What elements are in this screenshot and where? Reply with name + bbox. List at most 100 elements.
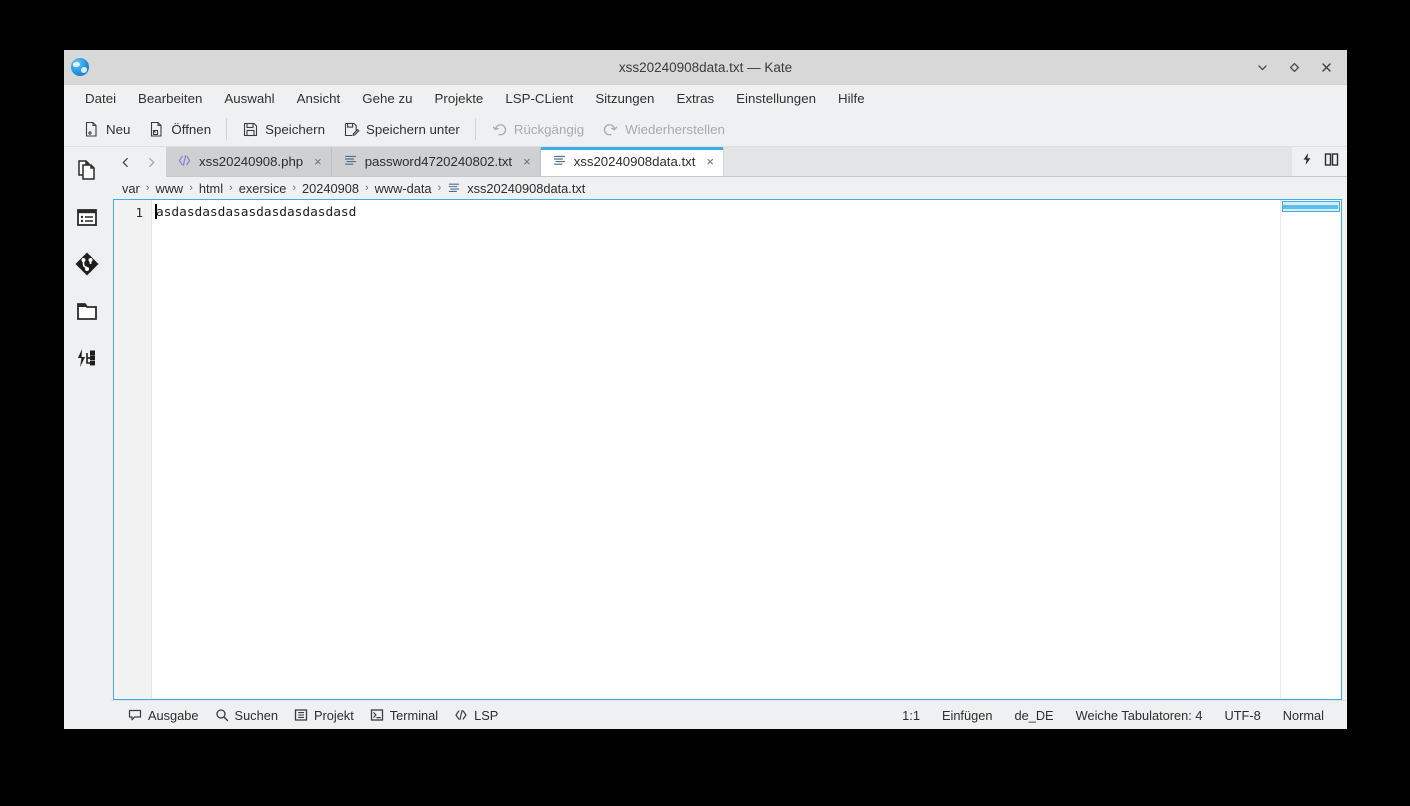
code-icon bbox=[454, 708, 468, 722]
tab-xss20240908data-txt[interactable]: xss20240908data.txt × bbox=[541, 147, 724, 176]
breadcrumb-segment-var[interactable]: var bbox=[121, 181, 141, 196]
save-button[interactable]: Speichern bbox=[233, 117, 334, 142]
menu-bar: Datei Bearbeiten Auswahl Ansicht Gehe zu… bbox=[64, 85, 1347, 112]
menu-lsp-client[interactable]: LSP-CLient bbox=[494, 87, 584, 110]
insert-mode[interactable]: Einfügen bbox=[931, 705, 1004, 726]
tab-close-icon[interactable]: × bbox=[314, 155, 322, 168]
undo-button-label: Rückgängig bbox=[514, 122, 584, 137]
breadcrumb-segment-html[interactable]: html bbox=[198, 181, 224, 196]
title-bar: xss20240908data.txt — Kate bbox=[64, 50, 1347, 85]
status-search-label: Suchen bbox=[235, 708, 278, 723]
status-terminal-button[interactable]: Terminal bbox=[362, 705, 446, 726]
status-project-label: Projekt bbox=[314, 708, 354, 723]
breadcrumb-separator: › bbox=[365, 182, 369, 194]
lsp-symbols-icon bbox=[75, 346, 99, 375]
tab-close-icon[interactable]: × bbox=[523, 155, 531, 168]
code-area[interactable]: asdasdasdasasdasdasdasdasd bbox=[152, 200, 1280, 699]
kate-main-window: xss20240908data.txt — Kate Datei Bearbei… bbox=[64, 50, 1347, 729]
encoding[interactable]: UTF-8 bbox=[1213, 705, 1271, 726]
sidebar-item-git[interactable] bbox=[72, 251, 102, 281]
save-button-label: Speichern bbox=[265, 122, 325, 137]
maximize-icon[interactable] bbox=[1279, 53, 1309, 81]
redo-button-label: Wiederherstellen bbox=[625, 122, 725, 137]
tab-settings[interactable]: Weiche Tabulatoren: 4 bbox=[1065, 705, 1214, 726]
sidebar-item-outline[interactable] bbox=[72, 204, 102, 234]
save-icon bbox=[242, 121, 259, 138]
tab-close-icon[interactable]: × bbox=[706, 155, 714, 168]
breadcrumb-separator: › bbox=[292, 182, 296, 194]
close-icon[interactable] bbox=[1311, 53, 1341, 81]
menu-auswahl[interactable]: Auswahl bbox=[213, 87, 285, 110]
menu-bearbeiten[interactable]: Bearbeiten bbox=[127, 87, 213, 110]
status-search-button[interactable]: Suchen bbox=[207, 705, 286, 726]
status-lsp-label: LSP bbox=[474, 708, 498, 723]
breadcrumb-filename[interactable]: xss20240908data.txt bbox=[466, 181, 586, 196]
search-icon bbox=[215, 708, 229, 722]
sidebar-item-documents[interactable] bbox=[72, 157, 102, 187]
editor-column: xss20240908.php × password4720240802.txt… bbox=[110, 147, 1347, 729]
text-file-icon bbox=[343, 153, 358, 171]
save-as-button-label: Speichern unter bbox=[366, 122, 460, 137]
new-button-label: Neu bbox=[106, 122, 130, 137]
text-editor[interactable]: 1 asdasdasdasasdasdasdasdasd bbox=[113, 199, 1342, 700]
breadcrumb-segment-www[interactable]: www bbox=[154, 181, 184, 196]
status-bar: Ausgabe Suchen Projekt bbox=[110, 700, 1347, 729]
menu-einstellungen[interactable]: Einstellungen bbox=[725, 87, 827, 110]
menu-extras[interactable]: Extras bbox=[665, 87, 725, 110]
toolbar-separator-2 bbox=[475, 118, 476, 140]
status-bar-right: 1:1 Einfügen de_DE Weiche Tabulatoren: 4… bbox=[891, 705, 1335, 726]
status-output-button[interactable]: Ausgabe bbox=[120, 705, 207, 726]
breadcrumb: var › www › html › exersice › 20240908 ›… bbox=[110, 177, 1347, 199]
highlight-mode[interactable]: Normal bbox=[1272, 705, 1335, 726]
breadcrumb-segment-20240908[interactable]: 20240908 bbox=[301, 181, 360, 196]
save-as-button[interactable]: Speichern unter bbox=[334, 117, 469, 142]
tab-password4720240802-txt[interactable]: password4720240802.txt × bbox=[332, 147, 541, 176]
breadcrumb-separator: › bbox=[438, 182, 442, 194]
new-button[interactable]: Neu bbox=[74, 117, 139, 142]
sidebar-item-lsp[interactable] bbox=[72, 345, 102, 375]
tab-xss20240908-php[interactable]: xss20240908.php × bbox=[166, 147, 332, 176]
line-number-gutter: 1 bbox=[114, 200, 152, 699]
status-output-label: Ausgabe bbox=[148, 708, 199, 723]
open-button[interactable]: Öffnen bbox=[139, 117, 220, 142]
menu-datei[interactable]: Datei bbox=[74, 87, 127, 110]
window-controls bbox=[1247, 53, 1347, 81]
menu-ansicht[interactable]: Ansicht bbox=[286, 87, 352, 110]
output-panel-icon bbox=[128, 708, 142, 722]
php-code-icon bbox=[177, 153, 192, 171]
language-locale[interactable]: de_DE bbox=[1003, 705, 1064, 726]
terminal-icon bbox=[370, 708, 384, 722]
status-project-button[interactable]: Projekt bbox=[286, 705, 362, 726]
sidebar-item-filesystem[interactable] bbox=[72, 298, 102, 328]
cursor-position[interactable]: 1:1 bbox=[891, 705, 931, 726]
main-toolbar: Neu Öffnen Speichern Speichern unter bbox=[64, 112, 1347, 147]
status-terminal-label: Terminal bbox=[390, 708, 438, 723]
menu-projekte[interactable]: Projekte bbox=[424, 87, 495, 110]
save-as-icon bbox=[343, 121, 360, 138]
folder-icon bbox=[75, 299, 99, 328]
undo-icon bbox=[491, 121, 508, 138]
kate-globe-icon bbox=[71, 58, 89, 76]
project-icon bbox=[294, 708, 308, 722]
status-lsp-button[interactable]: LSP bbox=[446, 705, 506, 726]
split-view-icon[interactable] bbox=[1324, 152, 1339, 172]
open-button-label: Öffnen bbox=[171, 122, 211, 137]
menu-gehe-zu[interactable]: Gehe zu bbox=[351, 87, 423, 110]
breadcrumb-segment-exersice[interactable]: exersice bbox=[238, 181, 288, 196]
editor-minimap[interactable] bbox=[1280, 200, 1341, 699]
lightning-icon[interactable] bbox=[1300, 152, 1314, 171]
text-file-icon bbox=[552, 153, 567, 171]
menu-hilfe[interactable]: Hilfe bbox=[827, 87, 876, 110]
chevron-left-icon[interactable] bbox=[112, 148, 138, 176]
minimize-icon[interactable] bbox=[1247, 53, 1277, 81]
documents-icon bbox=[75, 158, 99, 187]
breadcrumb-segment-www-data[interactable]: www-data bbox=[374, 181, 433, 196]
menu-sitzungen[interactable]: Sitzungen bbox=[584, 87, 665, 110]
outline-list-icon bbox=[75, 205, 99, 234]
open-file-icon bbox=[148, 121, 165, 138]
minimap-viewport-slider[interactable] bbox=[1282, 201, 1340, 212]
window-body: xss20240908.php × password4720240802.txt… bbox=[64, 147, 1347, 729]
undo-button: Rückgängig bbox=[482, 117, 593, 142]
tab-bar-actions bbox=[1292, 147, 1347, 177]
chevron-right-icon[interactable] bbox=[138, 148, 164, 176]
